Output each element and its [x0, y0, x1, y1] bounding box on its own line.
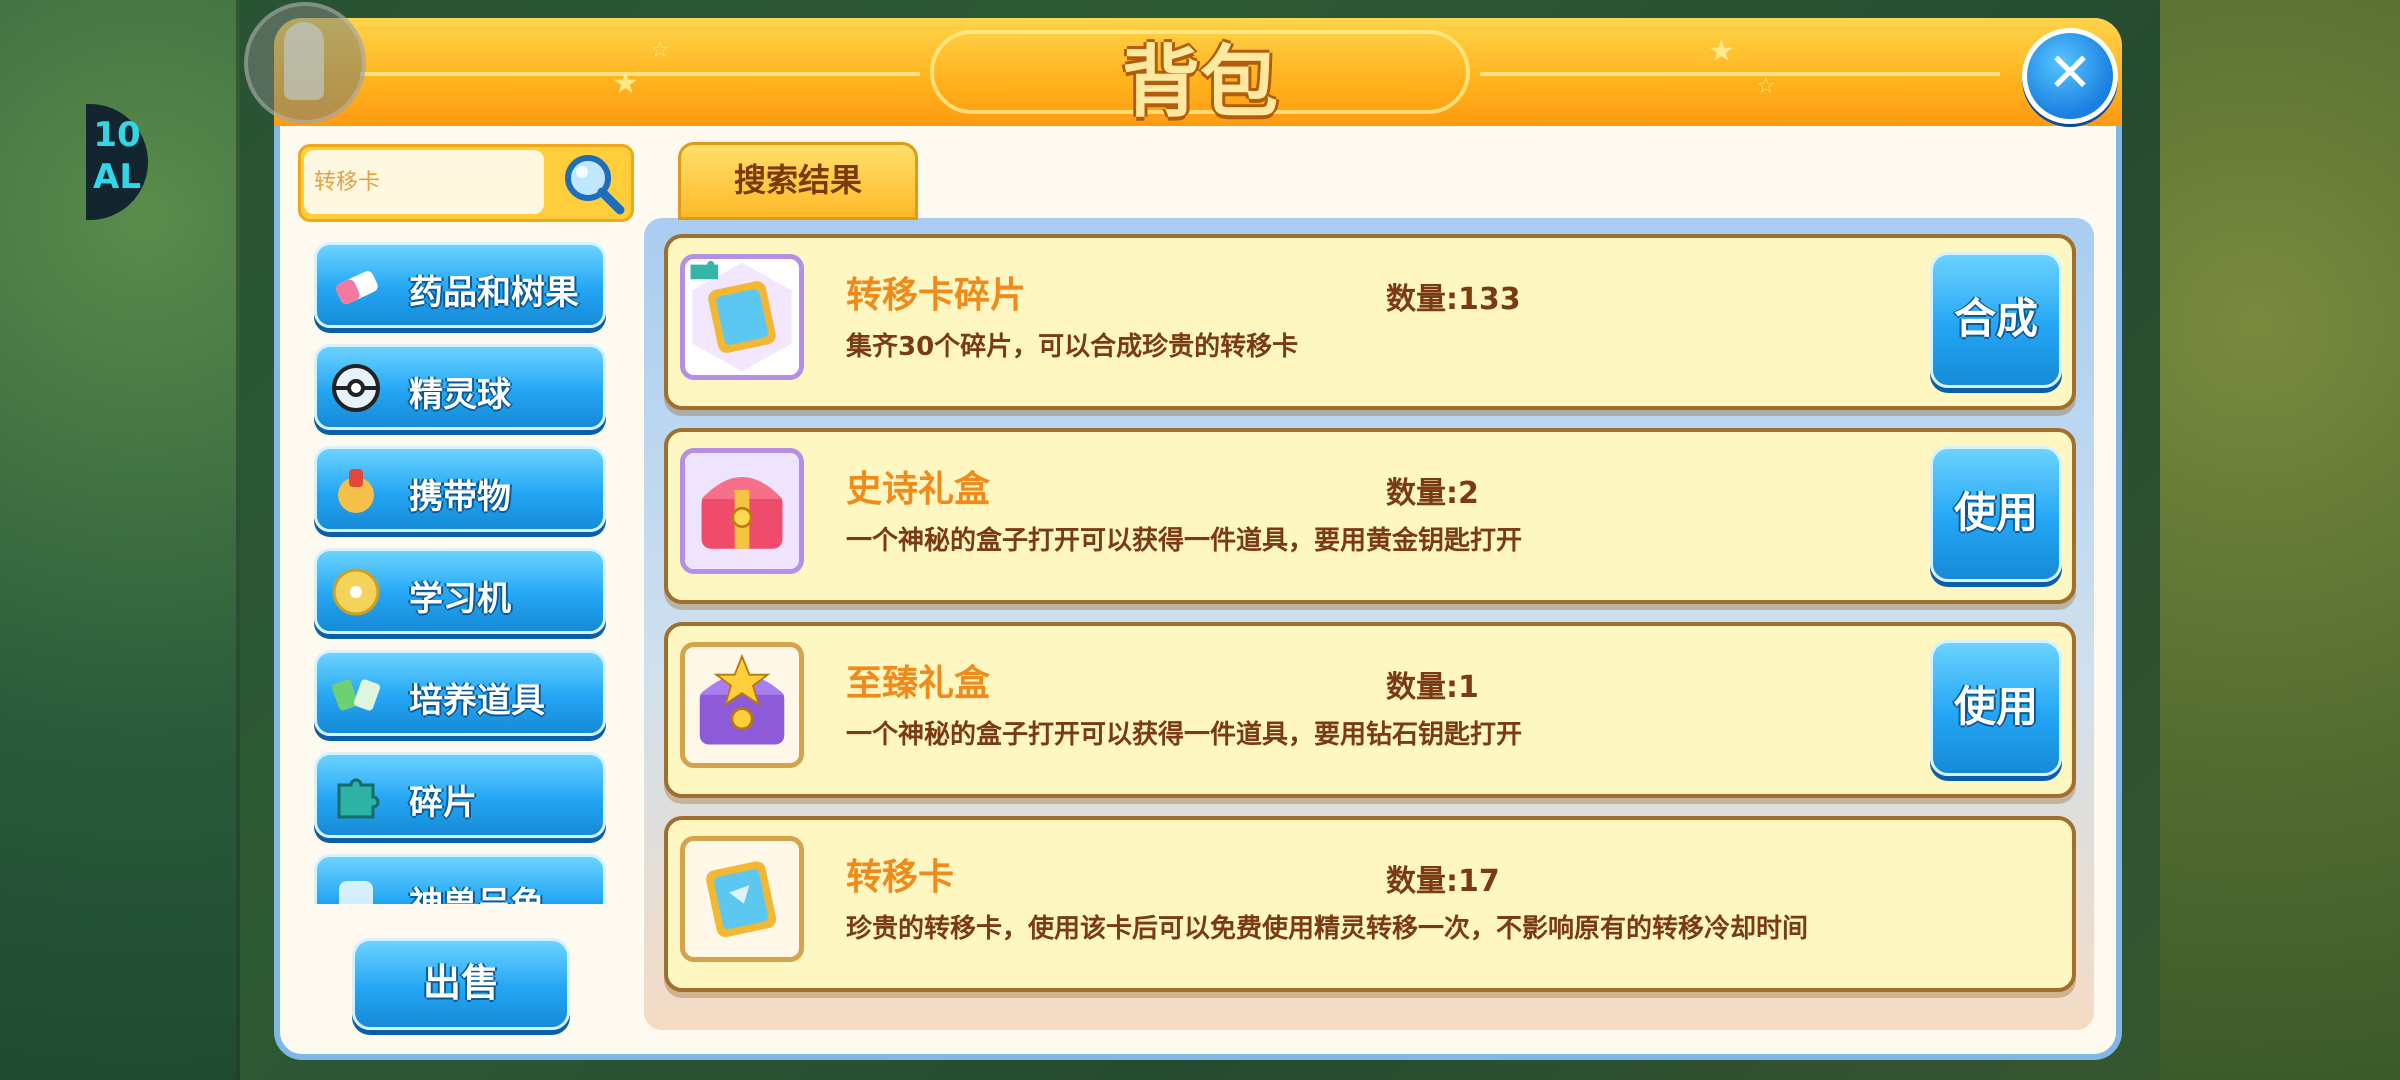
- star-icon: ★: [612, 66, 639, 101]
- category-label: 精灵球: [409, 375, 511, 415]
- item-quantity: 数量:1: [1386, 670, 1479, 705]
- item-name: 转移卡碎片: [846, 275, 1027, 316]
- category-label: 药品和树果: [409, 273, 579, 313]
- search-input[interactable]: [304, 150, 544, 214]
- category-item-tm[interactable]: 学习机: [314, 548, 606, 634]
- transfer-card-fragment-icon: [680, 254, 804, 380]
- category-label: 神兽呈龟: [409, 877, 545, 904]
- item-name: 史诗礼盒: [846, 469, 991, 510]
- item-name: 至臻礼盒: [846, 663, 991, 704]
- background-right: [2160, 0, 2400, 1080]
- list-item: 史诗礼盒 数量:2 一个神秘的盒子打开可以获得一件道具，要用黄金钥匙打开 使用: [664, 428, 2076, 604]
- item-description: 集齐30个碎片，可以合成珍贵的转移卡: [846, 332, 1299, 362]
- title-deco-line: [1480, 72, 2000, 76]
- training-item-icon: [331, 679, 381, 711]
- category-item-training[interactable]: 培养道具: [314, 650, 606, 736]
- category-label: 学习机: [409, 579, 511, 619]
- star-icon: ☆: [650, 38, 670, 63]
- star-icon: ★: [1708, 34, 1735, 69]
- held-item-icon: [338, 469, 374, 513]
- item-description: 一个神秘的盒子打开可以获得一件道具，要用钻石钥匙打开: [846, 720, 1523, 750]
- category-item-legendary[interactable]: 神兽呈龟: [314, 854, 606, 904]
- use-button[interactable]: 使用: [1930, 446, 2062, 582]
- item-quantity: 数量:2: [1386, 476, 1479, 511]
- category-item-fragments[interactable]: 碎片: [314, 752, 606, 838]
- pokeball-icon: [332, 364, 380, 412]
- rocket-icon: [284, 22, 324, 100]
- search-icon[interactable]: [560, 150, 626, 216]
- close-icon: ✕: [2047, 41, 2093, 104]
- title-deco-line: [360, 72, 920, 76]
- category-label: 培养道具: [409, 681, 545, 721]
- list-item: 转移卡 数量:17 珍贵的转移卡，使用该卡后可以免费使用精灵转移一次，不影响原有…: [664, 816, 2076, 992]
- category-item-medicine-berries[interactable]: 药品和树果: [314, 242, 606, 328]
- item-quantity: 数量:17: [1386, 864, 1500, 899]
- item-description: 一个神秘的盒子打开可以获得一件道具，要用黄金钥匙打开: [846, 526, 1523, 556]
- category-label: 携带物: [409, 477, 511, 517]
- star-icon: ☆: [1756, 74, 1776, 99]
- category-list[interactable]: 药品和树果 精灵球 携带物 学习机 培养道具 碎片: [310, 240, 616, 904]
- item-quantity: 数量:133: [1386, 282, 1521, 317]
- supreme-gift-box-icon: [680, 642, 804, 768]
- category-item-pokeball[interactable]: 精灵球: [314, 344, 606, 430]
- category-item-held-items[interactable]: 携带物: [314, 446, 606, 532]
- legendary-item-icon: [339, 881, 373, 904]
- list-item: 转移卡碎片 数量:133 集齐30个碎片，可以合成珍贵的转移卡 合成: [664, 234, 2076, 410]
- transfer-card-icon: [680, 836, 804, 962]
- sell-button[interactable]: 出售: [352, 938, 570, 1030]
- epic-gift-box-icon: [680, 448, 804, 574]
- use-button[interactable]: 使用: [1930, 640, 2062, 776]
- close-button[interactable]: ✕: [2022, 28, 2118, 124]
- list-item: 至臻礼盒 数量:1 一个神秘的盒子打开可以获得一件道具，要用钻石钥匙打开 使用: [664, 622, 2076, 798]
- disc-icon: [332, 568, 380, 616]
- item-name: 转移卡: [846, 857, 955, 898]
- item-description: 珍贵的转移卡，使用该卡后可以免费使用精灵转移一次，不影响原有的转移冷却时间: [846, 914, 1809, 944]
- synthesize-button[interactable]: 合成: [1930, 252, 2062, 388]
- page-title: 背包: [1121, 38, 1278, 128]
- puzzle-piece-icon: [337, 778, 380, 819]
- tab-search-results[interactable]: 搜索结果: [678, 142, 918, 220]
- category-label: 碎片: [409, 783, 477, 823]
- potion-icon: [336, 271, 378, 305]
- avatar[interactable]: [244, 2, 366, 124]
